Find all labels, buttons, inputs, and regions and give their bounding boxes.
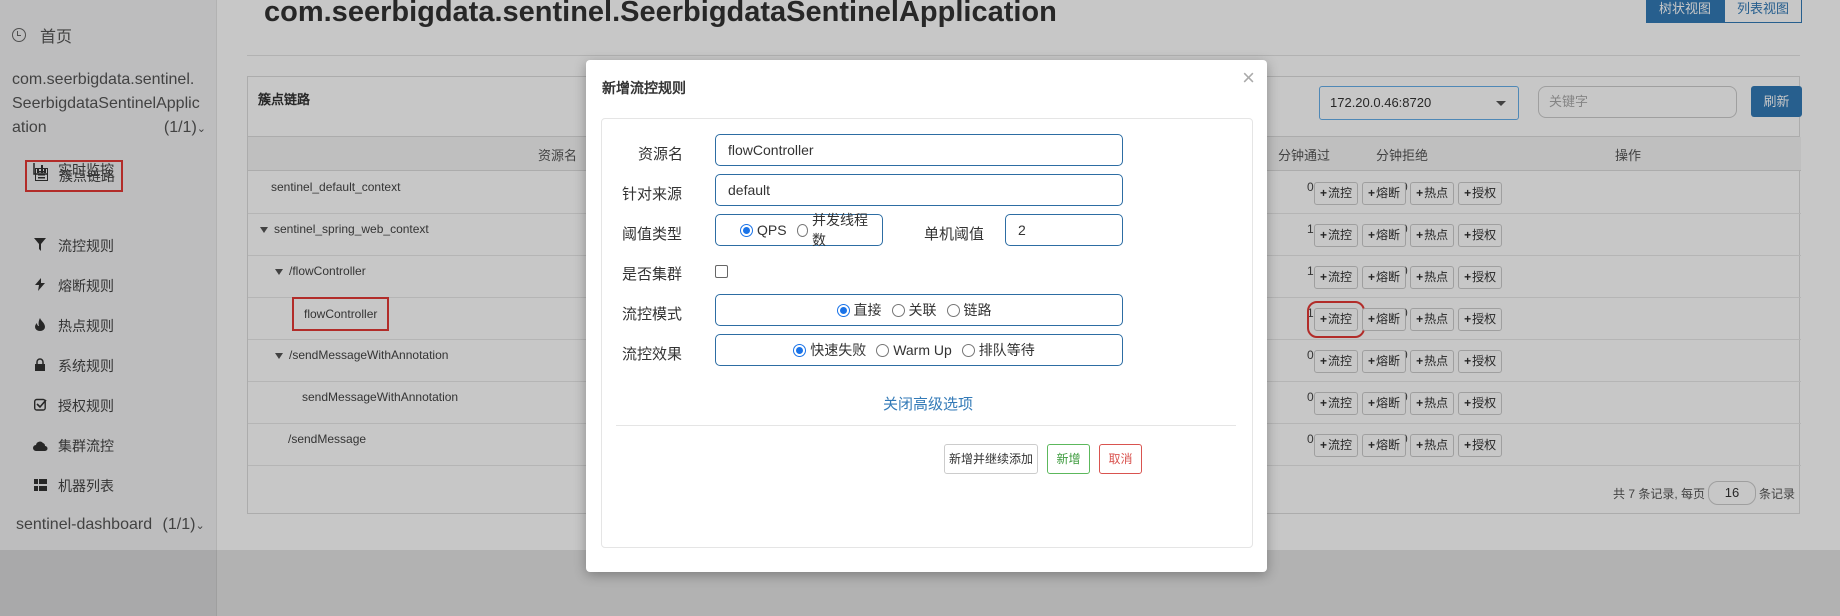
advanced-options-link[interactable]: 关闭高级选项: [602, 393, 1254, 414]
strategy-label: 流控模式: [622, 306, 683, 323]
dialog-body: 资源名 flowController 针对来源 default 阈值类型 QPS…: [601, 118, 1253, 548]
limit-app-label: 针对来源: [622, 186, 683, 203]
radio-unchecked-icon: [876, 343, 890, 357]
dialog-divider: [616, 425, 1236, 426]
effect-queue-radio[interactable]: 排队等待: [961, 340, 1035, 360]
grade-radio-group: QPS 并发线程数: [715, 212, 883, 248]
count-label: 单机阈值: [924, 226, 985, 243]
effect-label: 流控效果: [622, 346, 683, 363]
effect-fast-radio[interactable]: 快速失败: [793, 340, 866, 360]
radio-unchecked-icon: [961, 343, 975, 357]
strategy-radio-group: 直接 关联 链路: [715, 294, 1123, 326]
close-icon[interactable]: ×: [1242, 66, 1255, 90]
radio-checked-icon: [793, 343, 807, 357]
cluster-checkbox[interactable]: [715, 265, 728, 278]
cluster-label: 是否集群: [622, 266, 683, 283]
grade-thread-radio[interactable]: 并发线程数: [796, 210, 872, 250]
effect-warmup-radio[interactable]: Warm Up: [876, 342, 952, 358]
resource-label: 资源名: [638, 146, 684, 163]
limit-app-input[interactable]: default: [715, 174, 1123, 206]
dialog-title: 新增流控规则: [602, 80, 686, 96]
radio-checked-icon: [836, 303, 850, 317]
save-and-continue-button[interactable]: 新增并继续添加: [944, 444, 1038, 474]
add-flow-rule-dialog: 新增流控规则 × 资源名 flowController 针对来源 default…: [586, 60, 1267, 572]
grade-label: 阈值类型: [622, 226, 683, 243]
radio-checked-icon: [740, 223, 753, 237]
strategy-direct-radio[interactable]: 直接: [836, 300, 882, 320]
count-input[interactable]: 2: [1005, 214, 1123, 246]
radio-unchecked-icon: [891, 303, 905, 317]
radio-unchecked-icon: [796, 223, 808, 237]
grade-qps-radio[interactable]: QPS: [740, 222, 787, 238]
strategy-chain-radio[interactable]: 链路: [946, 300, 992, 320]
cancel-button[interactable]: 取消: [1099, 444, 1142, 474]
resource-input[interactable]: flowController: [715, 134, 1123, 166]
effect-radio-group: 快速失败 Warm Up 排队等待: [715, 334, 1123, 366]
save-button[interactable]: 新增: [1047, 444, 1090, 474]
strategy-relate-radio[interactable]: 关联: [891, 300, 937, 320]
radio-unchecked-icon: [946, 303, 960, 317]
